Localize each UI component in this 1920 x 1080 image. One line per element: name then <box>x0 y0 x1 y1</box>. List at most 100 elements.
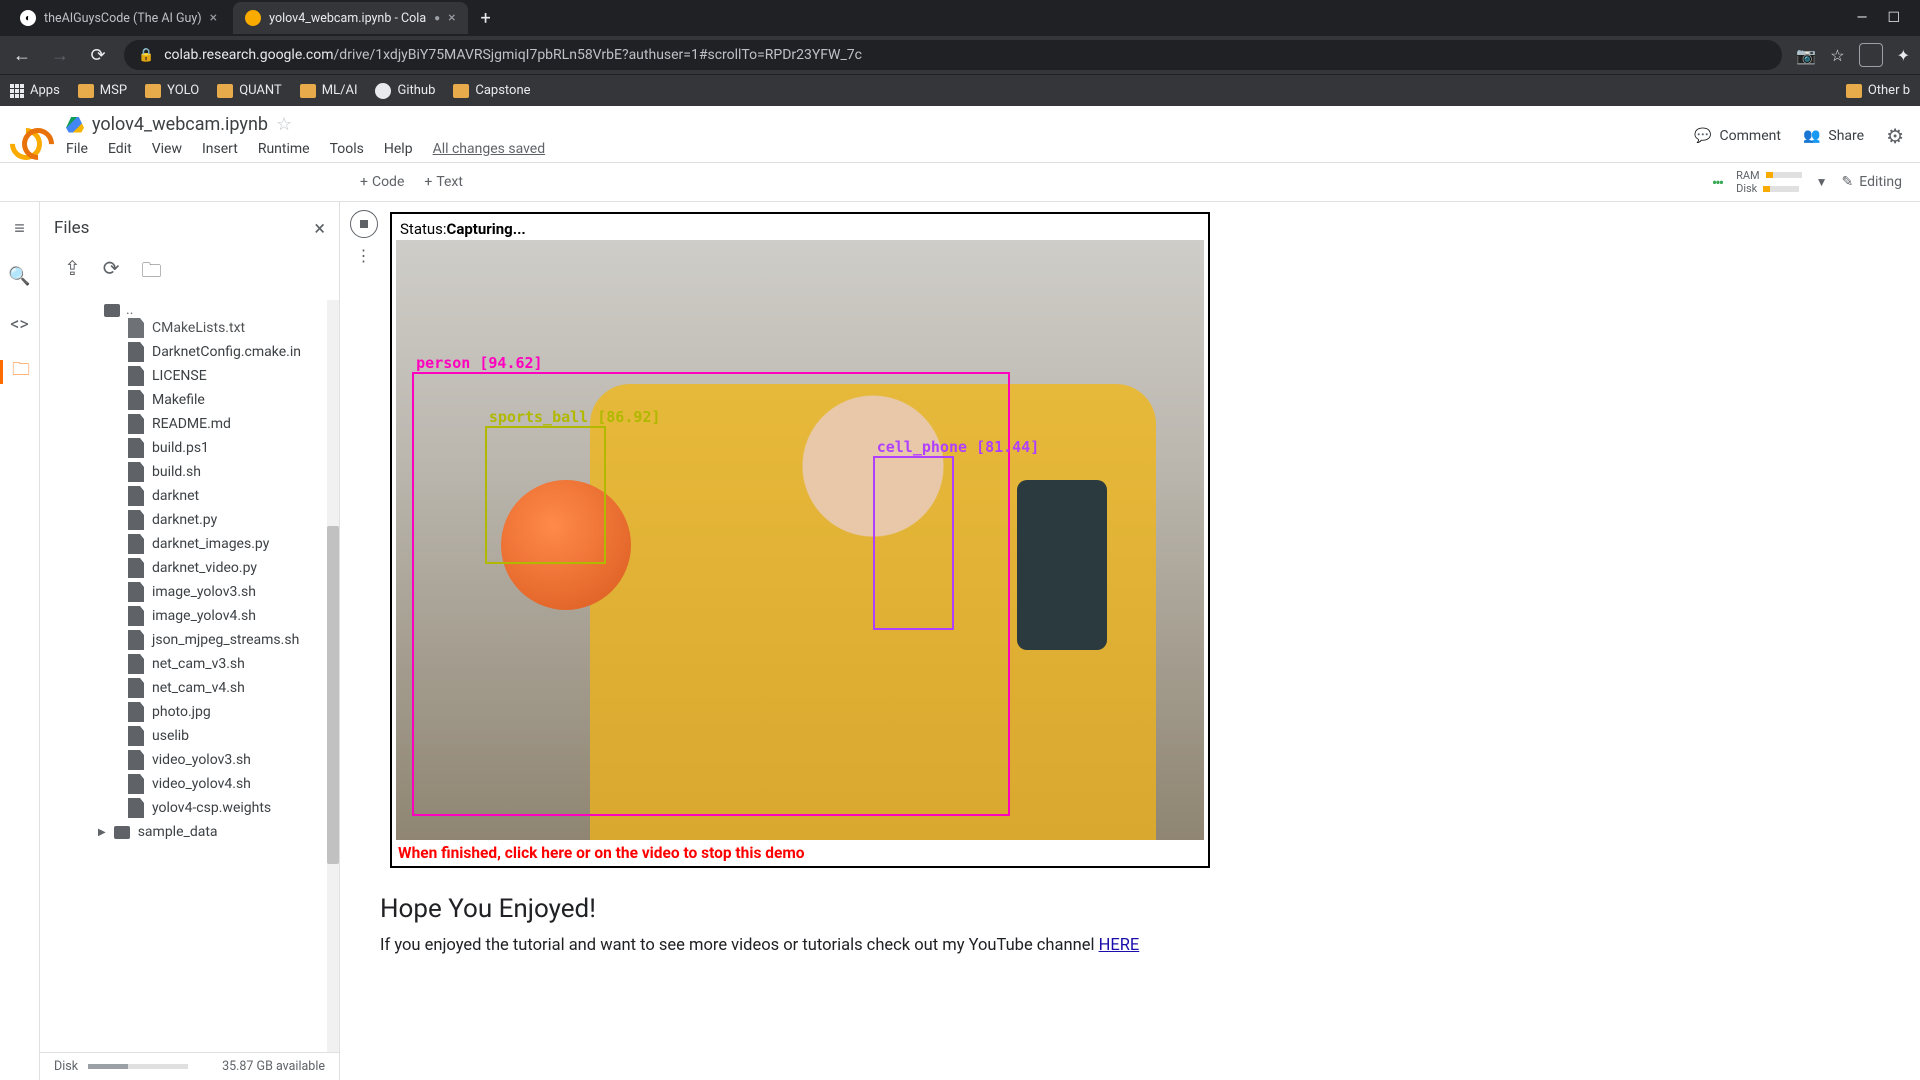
file-row[interactable]: README.md <box>128 412 339 436</box>
file-row[interactable]: CMakeLists.txt <box>128 316 339 340</box>
folder-icon <box>453 84 469 98</box>
back-button[interactable]: ← <box>10 45 34 66</box>
file-row[interactable]: uselib <box>128 724 339 748</box>
file-row[interactable]: darknet.py <box>128 508 339 532</box>
browser-tab-colab[interactable]: yolov4_webcam.ipynb - Cola ● × <box>233 2 468 34</box>
file-row[interactable]: image_yolov3.sh <box>128 580 339 604</box>
star-button[interactable]: ☆ <box>276 114 292 135</box>
file-row[interactable]: darknet_video.py <box>128 556 339 580</box>
bookmark-quant[interactable]: QUANT <box>217 83 282 98</box>
add-code-button[interactable]: +Code <box>350 174 414 190</box>
lock-icon: 🔒 <box>138 48 154 63</box>
disk-usage: Disk 35.87 GB available <box>40 1052 339 1080</box>
chevron-down-icon[interactable]: ▼ <box>1816 175 1828 189</box>
comment-button[interactable]: 💬Comment <box>1694 128 1781 144</box>
text-paragraph: If you enjoyed the tutorial and want to … <box>380 936 1280 955</box>
youtube-link[interactable]: HERE <box>1099 936 1140 955</box>
file-row[interactable]: image_yolov4.sh <box>128 604 339 628</box>
editing-mode-button[interactable]: ✎Editing <box>1842 174 1902 190</box>
run-cell-button[interactable] <box>350 210 378 238</box>
file-name: video_yolov3.sh <box>152 752 251 768</box>
folder-icon <box>78 84 94 98</box>
menu-runtime[interactable]: Runtime <box>258 141 310 157</box>
new-tab-button[interactable]: + <box>472 4 500 32</box>
reload-button[interactable]: ⟳ <box>86 45 110 66</box>
file-icon <box>128 654 144 674</box>
file-row[interactable]: yolov4-csp.weights <box>128 796 339 820</box>
mount-drive-icon[interactable]: 🗀 <box>142 256 162 290</box>
file-row[interactable]: LICENSE <box>128 364 339 388</box>
file-row[interactable]: DarknetConfig.cmake.in <box>128 340 339 364</box>
file-row[interactable]: build.sh <box>128 460 339 484</box>
code-snippets-icon[interactable]: <> <box>8 312 32 336</box>
files-panel: Files × ⇪ ⟳ 🗀 .. CMakeLists.txtDarknetCo… <box>40 202 340 1080</box>
scrollbar[interactable] <box>327 300 339 1052</box>
extensions-icon[interactable]: ✦ <box>1897 46 1910 65</box>
scrollbar-thumb[interactable] <box>327 526 339 864</box>
file-row[interactable]: video_yolov4.sh <box>128 772 339 796</box>
cell-more-icon[interactable]: ⋮ <box>356 246 373 265</box>
minimize-icon[interactable]: — <box>1857 10 1868 26</box>
close-icon[interactable]: × <box>210 10 217 26</box>
search-icon[interactable]: 🔍 <box>8 264 32 288</box>
url-bar[interactable]: 🔒 colab.research.google.com/drive/1xdjyB… <box>124 40 1782 70</box>
bookmark-mlai[interactable]: ML/AI <box>300 83 358 98</box>
file-row[interactable]: json_mjpeg_streams.sh <box>128 628 339 652</box>
connection-status-icon[interactable]: ••• <box>1712 173 1722 192</box>
webcam-video[interactable]: person [94.62]sports_ball [86.92]cell_ph… <box>396 240 1204 840</box>
upload-icon[interactable]: ⇪ <box>64 256 81 290</box>
stop-demo-text[interactable]: When finished, click here or on the vide… <box>396 840 1204 862</box>
bookmark-yolo[interactable]: YOLO <box>145 83 199 98</box>
file-row[interactable]: photo.jpg <box>128 700 339 724</box>
file-name: build.ps1 <box>152 440 209 456</box>
bookmark-apps[interactable]: Apps <box>10 83 60 98</box>
notebook-name[interactable]: yolov4_webcam.ipynb <box>92 114 268 135</box>
folder-sample-data[interactable]: ▶ sample_data <box>54 820 339 844</box>
window-controls: — ☐ <box>1857 10 1913 26</box>
bookmark-capstone[interactable]: Capstone <box>453 83 530 98</box>
close-panel-button[interactable]: × <box>314 216 325 240</box>
file-row[interactable]: darknet <box>128 484 339 508</box>
file-name: CMakeLists.txt <box>152 320 245 336</box>
bookmark-other[interactable]: Other b <box>1846 83 1910 98</box>
file-name: darknet_images.py <box>152 536 269 552</box>
file-row[interactable]: Makefile <box>128 388 339 412</box>
star-icon[interactable]: ☆ <box>1830 46 1844 65</box>
menu-insert[interactable]: Insert <box>202 141 238 157</box>
share-button[interactable]: 👥Share <box>1803 128 1864 144</box>
forward-button[interactable]: → <box>48 45 72 66</box>
bookmark-github[interactable]: Github <box>375 83 435 99</box>
share-icon: 👥 <box>1803 128 1820 144</box>
save-status[interactable]: All changes saved <box>433 141 546 157</box>
file-name: uselib <box>152 728 189 744</box>
ram-bar <box>1766 172 1802 178</box>
toc-icon[interactable]: ≡ <box>8 216 32 240</box>
file-row[interactable]: build.ps1 <box>128 436 339 460</box>
menu-help[interactable]: Help <box>384 141 413 157</box>
menu-tools[interactable]: Tools <box>330 141 364 157</box>
gear-icon[interactable]: ⚙ <box>1886 124 1904 148</box>
file-row[interactable]: net_cam_v3.sh <box>128 652 339 676</box>
menu-view[interactable]: View <box>152 141 182 157</box>
files-icon[interactable]: 🗀 <box>0 360 39 384</box>
file-icon <box>128 630 144 650</box>
menu-file[interactable]: File <box>66 141 88 157</box>
left-rail: ≡ 🔍 <> 🗀 <box>0 202 40 1080</box>
file-icon <box>128 390 144 410</box>
maximize-icon[interactable]: ☐ <box>1887 10 1900 26</box>
bookmark-msp[interactable]: MSP <box>78 83 127 98</box>
close-icon[interactable]: × <box>448 10 455 26</box>
file-row[interactable]: video_yolov3.sh <box>128 748 339 772</box>
add-text-button[interactable]: +Text <box>414 174 473 190</box>
colab-logo-icon[interactable] <box>10 118 54 162</box>
refresh-icon[interactable]: ⟳ <box>103 256 120 290</box>
resource-indicator[interactable]: RAM Disk <box>1736 169 1802 195</box>
camera-icon[interactable]: 📷 <box>1796 46 1816 65</box>
file-row[interactable]: net_cam_v4.sh <box>128 676 339 700</box>
folder-icon <box>300 84 316 98</box>
extension-box-icon[interactable] <box>1859 43 1883 67</box>
menu-edit[interactable]: Edit <box>108 141 132 157</box>
browser-tab-github[interactable]: ◐ theAIGuysCode (The AI Guy) × <box>8 2 229 34</box>
file-row[interactable]: darknet_images.py <box>128 532 339 556</box>
github-icon <box>375 83 391 99</box>
